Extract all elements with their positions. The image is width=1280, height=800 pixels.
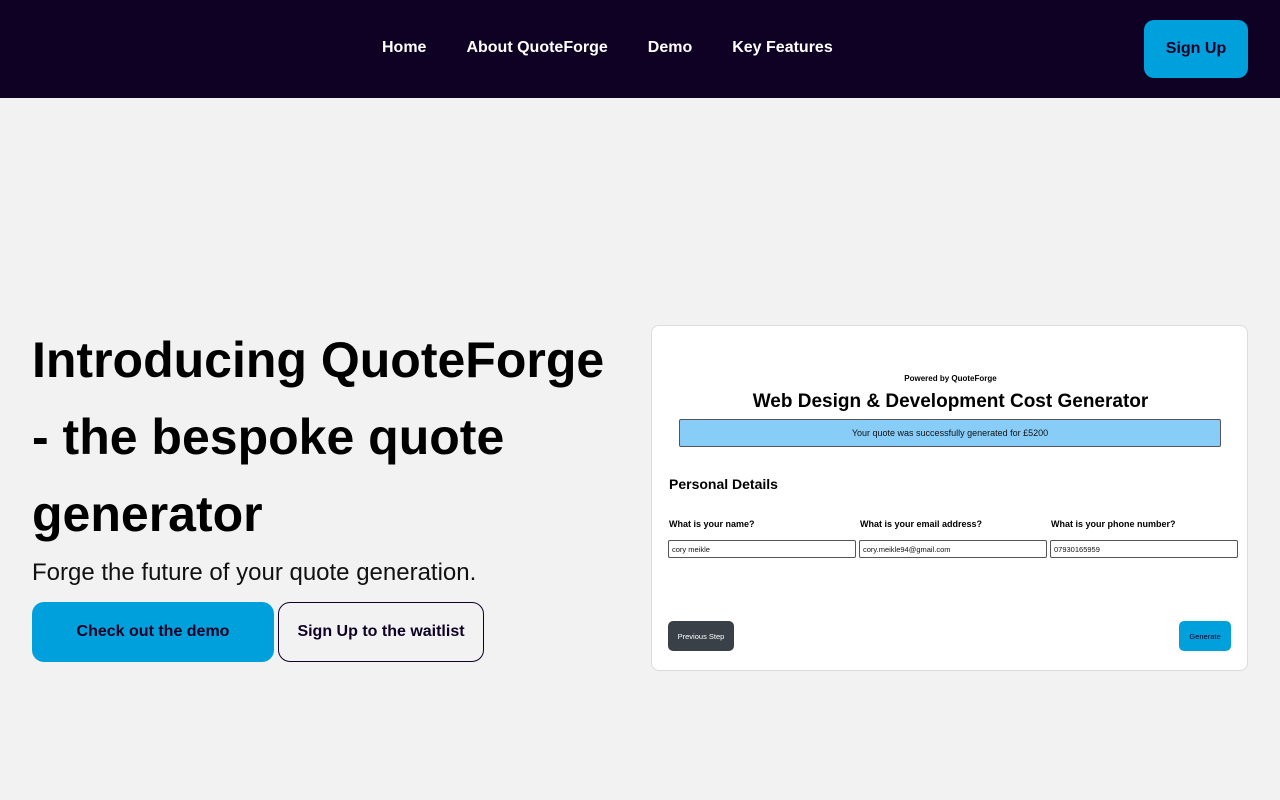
hero-subtitle: Forge the future of your quote generatio… <box>32 559 477 586</box>
nav-links: Home About QuoteForge Demo Key Features <box>382 38 873 58</box>
nav-link-home[interactable]: Home <box>382 38 426 58</box>
phone-label: What is your phone number? <box>1051 519 1176 529</box>
hero-title: Introducing QuoteForge - the bespoke quo… <box>32 332 605 542</box>
top-navbar: Home About QuoteForge Demo Key Features … <box>0 0 1280 98</box>
nav-signup-button[interactable]: Sign Up <box>1144 20 1248 78</box>
demo-preview-card: Powered by QuoteForge Web Design & Devel… <box>651 325 1248 671</box>
success-banner: Your quote was successfully generated fo… <box>679 419 1221 447</box>
previous-step-button[interactable]: Previous Step <box>668 621 734 651</box>
email-field[interactable]: cory.meikle94@gmail.com <box>859 540 1047 558</box>
check-demo-button[interactable]: Check out the demo <box>32 602 274 662</box>
nav-link-demo[interactable]: Demo <box>648 38 692 58</box>
name-field[interactable]: cory meikle <box>668 540 856 558</box>
generate-button[interactable]: Generate <box>1179 621 1231 651</box>
personal-details-heading: Personal Details <box>669 476 778 492</box>
phone-field[interactable]: 07930165959 <box>1050 540 1238 558</box>
nav-link-key-features[interactable]: Key Features <box>732 38 833 58</box>
name-label: What is your name? <box>669 519 755 529</box>
email-label: What is your email address? <box>860 519 983 529</box>
nav-link-about[interactable]: About QuoteForge <box>466 38 607 58</box>
join-waitlist-button[interactable]: Sign Up to the waitlist <box>278 602 484 662</box>
powered-by-text: Powered by QuoteForge <box>904 374 997 383</box>
preview-title: Web Design & Development Cost Generator <box>752 391 1149 412</box>
